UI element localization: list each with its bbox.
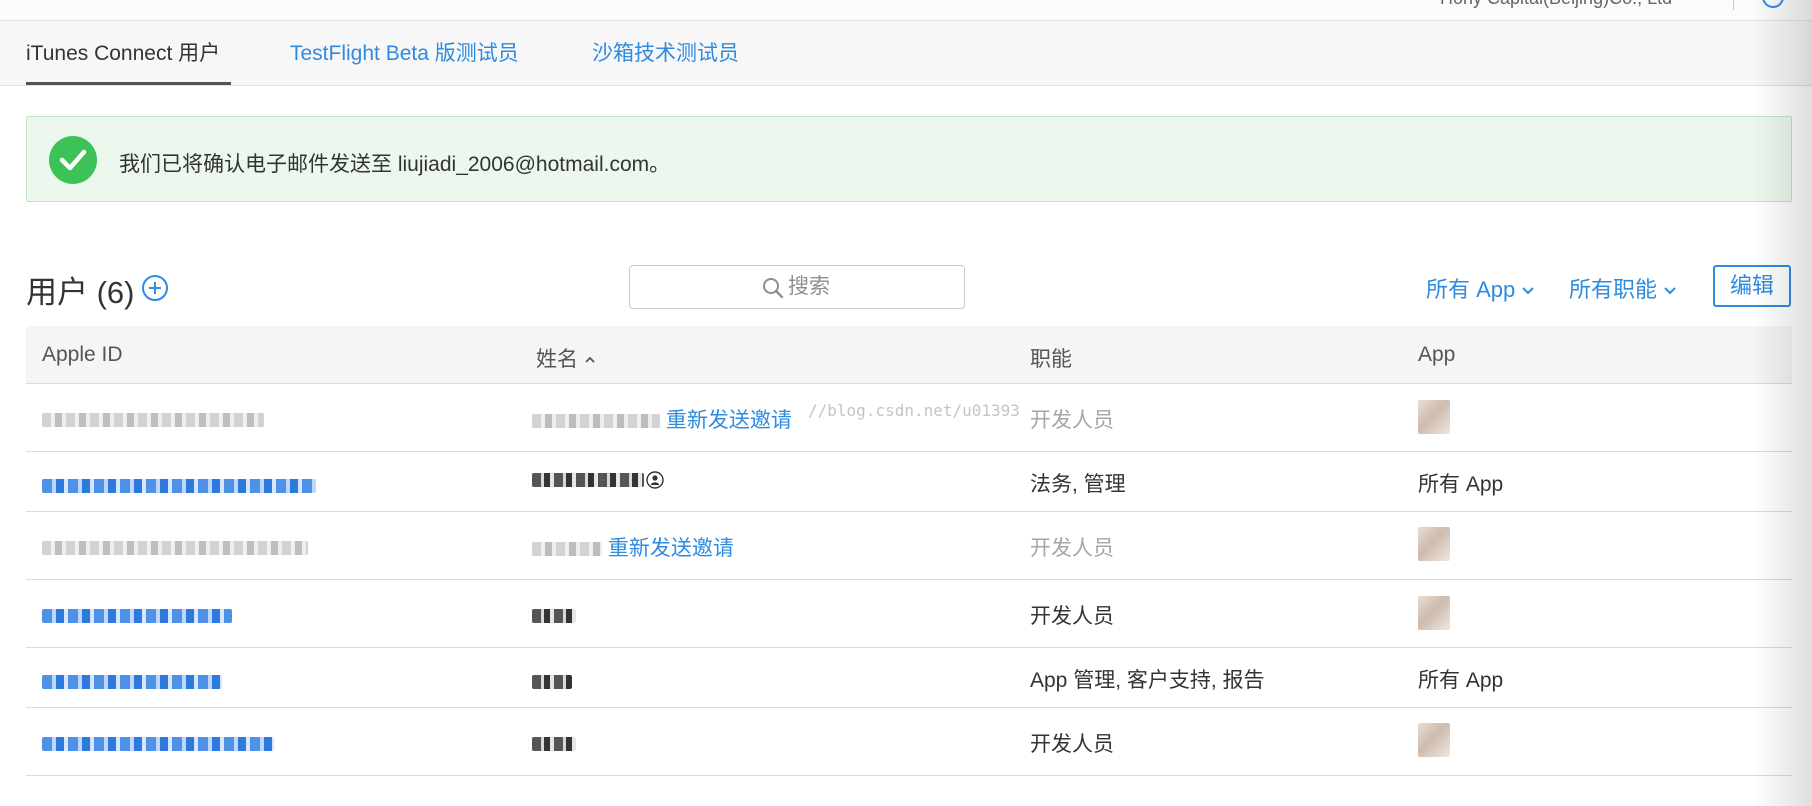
users-title: 用户 (6) xyxy=(26,275,135,310)
filter-roles-label: 所有职能 xyxy=(1569,277,1658,302)
chevron-down-icon xyxy=(1664,287,1676,295)
apple-id-cell[interactable] xyxy=(42,732,274,756)
redacted-name xyxy=(532,414,660,429)
checkmark-icon xyxy=(49,136,97,184)
app-icon-thumbnail xyxy=(1418,596,1450,630)
column-header-name-label: 姓名 xyxy=(536,348,578,371)
tab-sandbox-testers[interactable]: 沙箱技术测试员 xyxy=(592,37,739,67)
name-cell xyxy=(532,468,664,492)
column-header-role[interactable]: 职能 xyxy=(1030,343,1072,373)
name-cell: 重新发送邀请 xyxy=(532,532,734,562)
role-cell: 开发人员 xyxy=(1030,733,1114,756)
top-divider xyxy=(1733,0,1734,10)
filter-roles-dropdown[interactable]: 所有职能 xyxy=(1569,272,1677,304)
tab-itunes-connect-users[interactable]: iTunes Connect 用户 xyxy=(26,37,220,67)
table-row[interactable]: 开发人员 xyxy=(26,580,1792,648)
table-row[interactable]: App 管理, 客户支持, 报告 所有 App xyxy=(26,648,1792,708)
role-cell: 开发人员 xyxy=(1030,409,1114,432)
redacted-name xyxy=(532,737,576,752)
redacted-name xyxy=(532,609,576,624)
apple-id-cell[interactable] xyxy=(42,536,308,560)
filter-apps-dropdown[interactable]: 所有 App xyxy=(1426,272,1535,304)
resend-invite-link[interactable]: 重新发送邀请 xyxy=(608,537,734,560)
top-bar: Hony Capital(Beijing)Co., Ltd xyxy=(0,0,1812,21)
resend-invite-link[interactable]: 重新发送邀请 xyxy=(666,409,792,432)
sort-ascending-icon xyxy=(585,357,595,364)
users-table: Apple ID 姓名 职能 App 重新发送邀请 开发人员 法务, 管理 所有… xyxy=(26,326,1792,776)
redacted-apple-id xyxy=(42,675,222,690)
redacted-apple-id xyxy=(42,609,232,624)
table-header: Apple ID 姓名 职能 App xyxy=(26,326,1792,384)
redacted-apple-id xyxy=(42,479,316,494)
name-cell xyxy=(532,670,572,694)
table-row[interactable]: 法务, 管理 所有 App xyxy=(26,452,1792,512)
column-header-name[interactable]: 姓名 xyxy=(536,343,596,373)
search-icon xyxy=(763,278,784,299)
chevron-down-icon xyxy=(1522,287,1534,295)
redacted-name xyxy=(532,675,572,690)
name-cell xyxy=(532,604,576,628)
redacted-name xyxy=(532,473,644,488)
role-cell: 开发人员 xyxy=(1030,605,1114,628)
app-cell: 所有 App xyxy=(1418,473,1504,496)
edit-button[interactable]: 编辑 xyxy=(1713,265,1791,307)
redacted-apple-id xyxy=(42,413,264,428)
alert-message: 我们已将确认电子邮件发送至 liujiadi_2006@hotmail.com。 xyxy=(119,153,671,176)
tab-testflight-testers[interactable]: TestFlight Beta 版测试员 xyxy=(290,37,519,67)
search-box[interactable] xyxy=(629,265,965,309)
app-icon-thumbnail xyxy=(1418,723,1450,757)
apple-id-cell[interactable] xyxy=(42,604,232,628)
redacted-apple-id xyxy=(42,541,308,556)
name-cell xyxy=(532,732,576,756)
apple-id-cell[interactable] xyxy=(42,474,316,498)
apple-id-cell[interactable] xyxy=(42,670,222,694)
redacted-apple-id xyxy=(42,737,274,752)
name-cell: 重新发送邀请 xyxy=(532,404,792,434)
table-row[interactable]: 开发人员 xyxy=(26,708,1792,776)
account-avatar-icon[interactable] xyxy=(1762,0,1784,8)
redacted-name xyxy=(532,542,602,557)
column-header-app[interactable]: App xyxy=(1418,343,1455,367)
add-user-icon[interactable] xyxy=(142,275,168,301)
account-holder-icon xyxy=(646,471,664,490)
blog-watermark: //blog.csdn.net/u01393 xyxy=(808,401,1020,420)
active-tab-indicator xyxy=(26,82,231,85)
filter-apps-label: 所有 App xyxy=(1426,277,1516,302)
role-cell: 法务, 管理 xyxy=(1030,473,1126,496)
app-cell: 所有 App xyxy=(1418,669,1504,692)
table-row[interactable]: 重新发送邀请 开发人员 xyxy=(26,512,1792,580)
app-icon-thumbnail xyxy=(1418,527,1450,561)
app-icon-thumbnail xyxy=(1418,400,1450,434)
column-header-apple-id[interactable]: Apple ID xyxy=(42,343,123,367)
role-cell: App 管理, 客户支持, 报告 xyxy=(1030,669,1265,692)
apple-id-cell[interactable] xyxy=(42,408,264,432)
search-input[interactable] xyxy=(788,272,948,302)
success-alert: 我们已将确认电子邮件发送至 liujiadi_2006@hotmail.com。 xyxy=(26,116,1792,202)
role-cell: 开发人员 xyxy=(1030,537,1114,560)
company-name[interactable]: Hony Capital(Beijing)Co., Ltd xyxy=(1440,0,1672,9)
user-type-tabs: iTunes Connect 用户 TestFlight Beta 版测试员 沙… xyxy=(0,21,1812,86)
